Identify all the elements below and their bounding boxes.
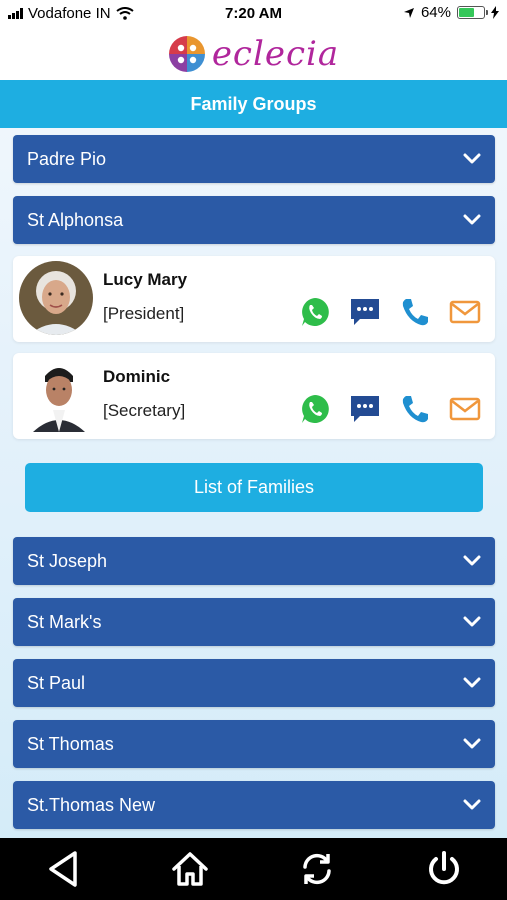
phone-icon[interactable]: [399, 393, 431, 425]
list-of-families-button[interactable]: List of Families: [25, 463, 483, 512]
chevron-down-icon: [463, 677, 481, 688]
home-icon[interactable]: [165, 844, 215, 894]
contact-name: Dominic: [103, 367, 171, 386]
page-title: Family Groups: [0, 80, 507, 128]
chevron-down-icon: [463, 555, 481, 566]
logo-bar: eclecia: [0, 28, 507, 80]
charging-bolt-icon: [491, 6, 499, 19]
battery-percent: 64%: [420, 4, 451, 21]
status-right: 64%: [403, 4, 499, 21]
whatsapp-icon[interactable]: [299, 393, 331, 425]
group-accordion-st-thomas[interactable]: St Thomas: [13, 720, 495, 768]
chevron-down-icon: [463, 153, 481, 164]
eclecia-logo-icon: [168, 36, 205, 72]
group-label: St Alphonsa: [27, 209, 124, 230]
status-bar: Vodafone IN 7:20 AM 64%: [0, 0, 507, 28]
group-accordion-st-joseph[interactable]: St Joseph: [13, 537, 495, 585]
contact-role: [Secretary]: [103, 401, 186, 420]
chevron-down-icon: [463, 738, 481, 749]
phone-icon[interactable]: [399, 296, 431, 328]
group-accordion-st-alphonsa[interactable]: St Alphonsa: [13, 196, 495, 244]
group-accordion-st-thomas-new[interactable]: St.Thomas New: [13, 781, 495, 829]
email-icon[interactable]: [449, 393, 481, 425]
chevron-down-icon: [463, 214, 481, 225]
power-icon[interactable]: [419, 844, 469, 894]
group-accordion-st-marks[interactable]: St Mark's: [13, 598, 495, 646]
contact-actions: [299, 393, 481, 425]
group-label: St Joseph: [27, 550, 108, 571]
avatar: [19, 261, 93, 335]
contact-actions: [299, 296, 481, 328]
chevron-down-icon: [463, 799, 481, 810]
email-icon[interactable]: [449, 296, 481, 328]
contact-card-president: Lucy Mary [President]: [13, 256, 495, 342]
group-label: Padre Pio: [27, 148, 107, 169]
group-label: St Thomas: [27, 733, 114, 754]
group-label: St.Thomas New: [27, 794, 156, 815]
battery-icon: [457, 6, 488, 19]
contact-name: Lucy Mary: [103, 270, 188, 289]
avatar: [27, 358, 91, 432]
back-icon[interactable]: [38, 844, 88, 894]
chevron-down-icon: [463, 616, 481, 627]
bottom-navigation: [0, 838, 507, 900]
refresh-icon[interactable]: [292, 844, 342, 894]
group-accordion-st-paul[interactable]: St Paul: [13, 659, 495, 707]
group-accordion-padre-pio[interactable]: Padre Pio: [13, 135, 495, 183]
message-icon[interactable]: [349, 296, 381, 328]
message-icon[interactable]: [349, 393, 381, 425]
group-label: St Paul: [27, 672, 86, 693]
location-arrow-icon: [403, 7, 414, 18]
group-label: St Mark's: [27, 611, 102, 632]
contact-card-secretary: Dominic [Secretary]: [13, 353, 495, 439]
app-logo-text: eclecia: [211, 34, 340, 74]
whatsapp-icon[interactable]: [299, 296, 331, 328]
contact-role: [President]: [103, 304, 185, 323]
